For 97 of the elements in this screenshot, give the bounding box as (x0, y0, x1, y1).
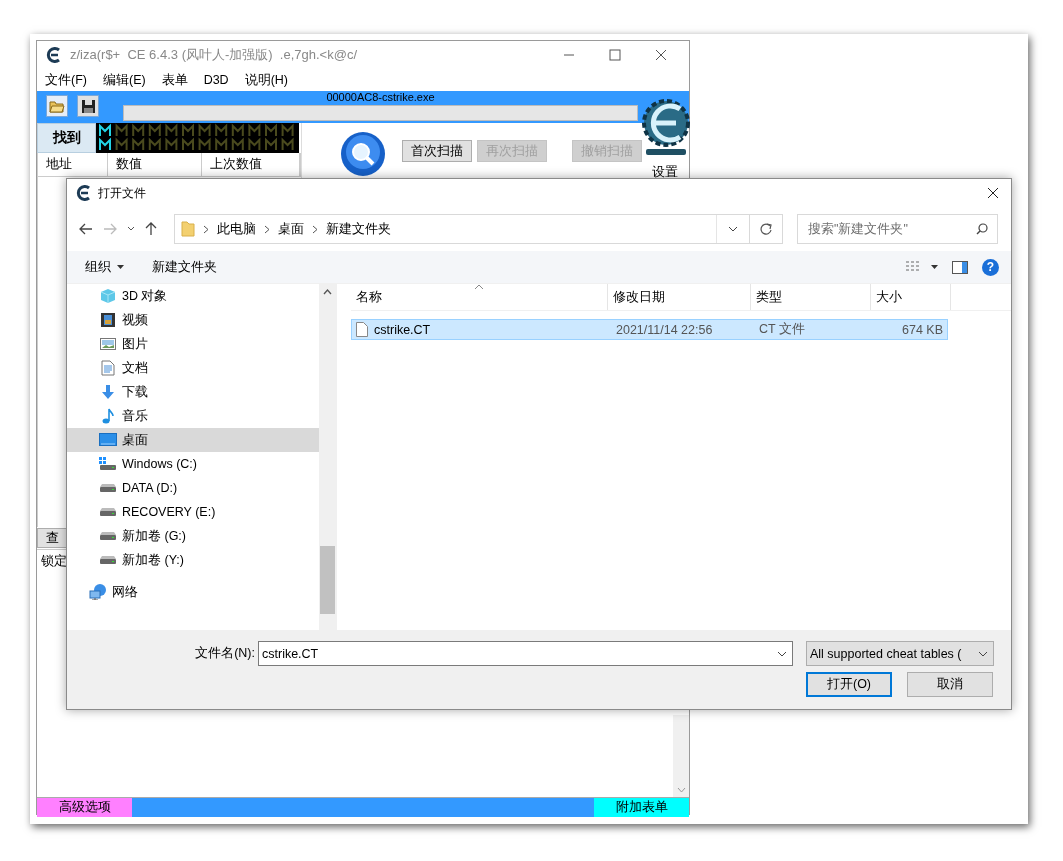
help-button[interactable]: ? (982, 258, 999, 276)
chevron-right-icon (312, 224, 318, 234)
chevron-right-icon (203, 224, 209, 234)
cube-icon (99, 288, 117, 304)
found-label: 找到 (37, 123, 96, 153)
preview-pane-icon[interactable] (952, 260, 968, 274)
column-header: 地址 (38, 153, 108, 176)
chevron-down-icon (777, 651, 787, 657)
chevron-down-icon[interactable] (728, 226, 738, 232)
breadcrumb[interactable]: 新建文件夹 (326, 220, 391, 238)
menu-item[interactable]: 说明(H) (244, 71, 288, 89)
file-icon (356, 322, 368, 337)
settings-label[interactable]: 设置 (652, 164, 678, 181)
up-arrow-icon[interactable] (145, 222, 157, 236)
column-header[interactable]: 修改日期 (608, 284, 751, 310)
refresh-icon (760, 223, 772, 235)
toolbar-button[interactable]: 新建文件夹 (152, 258, 225, 276)
table-cell-text: 2021/11/14 22:56 (615, 322, 714, 337)
tree-item[interactable]: 音乐 (67, 404, 319, 428)
back-arrow-icon[interactable] (79, 223, 93, 235)
tree-item[interactable]: Windows (C:) (67, 452, 319, 476)
magnifier-icon[interactable] (340, 131, 386, 177)
address-bar[interactable]: 此电脑 桌面 新建文件夹 (174, 214, 750, 244)
column-header[interactable]: 大小 (871, 284, 951, 310)
file-row[interactable]: cstrike.CT 2021/11/14 22:56 CT 文件 674 KB (351, 319, 948, 340)
tree-item[interactable]: 新加卷 (G:) (67, 524, 319, 548)
image-icon (99, 337, 117, 351)
bar-button[interactable]: 高级选项 (37, 798, 132, 817)
folder-icon (49, 99, 65, 113)
drive-icon (99, 556, 117, 564)
file-type-dropdown[interactable]: All supported cheat tables ( (806, 641, 994, 666)
column-header[interactable]: 名称 (351, 284, 608, 310)
open-button[interactable]: 打开(O) (806, 672, 892, 697)
dialog-title: 打开文件 (98, 184, 147, 202)
monitor-icon (99, 433, 117, 447)
open-button[interactable] (46, 95, 68, 117)
chevron-right-icon (264, 224, 270, 234)
tree-item[interactable]: 新加卷 (Y:) (67, 548, 319, 572)
down-arrow-icon (99, 384, 117, 400)
column-header: 上次数值 (202, 153, 300, 176)
document-icon (99, 360, 117, 376)
menu-item[interactable]: 编辑(E) (102, 71, 146, 89)
tree-item[interactable]: 视频 (67, 308, 319, 332)
chevron-down-icon (676, 787, 686, 793)
view-options-button[interactable] (905, 261, 938, 273)
app-logo-icon (76, 185, 92, 201)
search-field[interactable]: 搜索"新建文件夹" (797, 214, 998, 244)
field-label: 文件名(N): (194, 645, 255, 662)
scan-button[interactable]: 首次扫描 (402, 140, 472, 162)
menu-item[interactable]: D3D (203, 73, 229, 87)
cancel-button[interactable]: 取消 (907, 672, 993, 697)
scrollbar[interactable] (319, 284, 336, 630)
scrollbar[interactable] (673, 715, 689, 797)
save-button[interactable] (77, 95, 99, 117)
drive-icon (99, 532, 117, 540)
search-icon (976, 223, 988, 235)
chevron-down-icon[interactable] (127, 226, 135, 232)
column-header: 数值 (107, 153, 203, 176)
menu-item[interactable]: 表单 (161, 71, 188, 89)
filename-field[interactable]: cstrike.CT (258, 641, 793, 666)
tree-item[interactable]: DATA (D:) (67, 476, 319, 500)
scrollbar-thumb[interactable] (320, 546, 335, 614)
column-header: 锁定 (40, 552, 68, 570)
caret-up-icon (323, 289, 332, 295)
tree-item[interactable]: RECOVERY (E:) (67, 500, 319, 524)
table-cell-text: CT 文件 (758, 321, 806, 338)
drive-icon (99, 484, 117, 492)
process-name: 00000AC8-cstrike.exe (326, 91, 435, 104)
list-view-icon (905, 261, 921, 273)
refresh-button[interactable] (750, 214, 783, 244)
toolbar-button[interactable]: 组织 (85, 258, 132, 276)
tree-item[interactable]: 图片 (67, 332, 319, 356)
close-icon[interactable] (655, 49, 667, 61)
query-button[interactable]: 查 (37, 528, 68, 548)
window-title: z/iza(r$+ CE 6.4.3 (风叶人-加强版) .e,7gh.<k@c/ (70, 46, 358, 64)
chevron-down-icon (978, 650, 988, 657)
table-cell: cstrike.CT (352, 322, 610, 337)
tree-item[interactable]: 下载 (67, 380, 319, 404)
tree-item[interactable]: 3D 对象 (67, 284, 319, 308)
drive-icon (99, 508, 117, 516)
menu-item[interactable]: 文件(F) (45, 71, 87, 89)
tree-item[interactable]: 文档 (67, 356, 319, 380)
network-icon (89, 584, 107, 600)
app-logo-icon (46, 47, 62, 63)
tree-item[interactable]: 桌面 (67, 428, 319, 452)
drive-icon (99, 457, 117, 471)
tree-item[interactable]: 网络 (67, 580, 319, 604)
breadcrumb[interactable]: 此电脑 (217, 220, 256, 238)
caret-down-icon (931, 265, 938, 269)
breadcrumb[interactable]: 桌面 (278, 220, 304, 238)
film-icon (99, 312, 117, 328)
close-icon[interactable] (987, 187, 999, 199)
folder-icon (181, 221, 195, 237)
table-cell-text: 674 KB (901, 322, 944, 337)
maximize-icon[interactable] (609, 49, 621, 61)
bar-button[interactable]: 附加表单 (594, 798, 689, 817)
column-header[interactable]: 类型 (751, 284, 871, 310)
